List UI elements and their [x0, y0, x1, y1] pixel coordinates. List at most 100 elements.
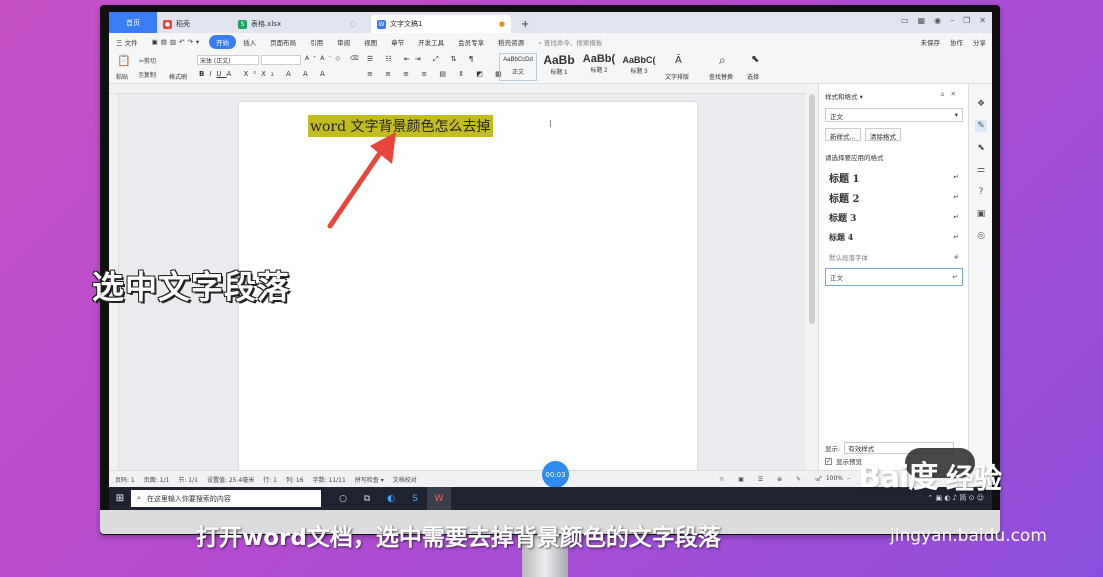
tab-home[interactable]: 首页: [109, 12, 157, 33]
minimize-icon[interactable]: –: [950, 16, 954, 25]
windows-start-icon[interactable]: ⊞: [109, 487, 131, 510]
caption-left: 选中文字段落: [92, 268, 291, 306]
pen-icon[interactable]: ✎: [975, 120, 987, 132]
pane-style-heading2[interactable]: 标题 2 ↵: [825, 188, 963, 206]
status-word-count[interactable]: 字数: 11/11: [313, 475, 346, 484]
pane-style-normal[interactable]: 正文 ↵: [825, 268, 963, 286]
menu-review[interactable]: 审阅: [330, 37, 357, 47]
backup-icon[interactable]: ▣: [975, 208, 987, 220]
style-heading3[interactable]: AaBbC( 标题 3: [619, 53, 659, 81]
paragraph-list-icons[interactable]: ☰ ☷ ⇤⇥ ⤢ ⇅ ¶: [367, 55, 478, 64]
close-icon[interactable]: ○: [350, 20, 356, 28]
checkbox-icon[interactable]: ✓: [825, 457, 832, 465]
avatar[interactable]: ◉: [934, 16, 941, 25]
copy-button[interactable]: ⎘复制: [139, 70, 156, 80]
pane-title[interactable]: 样式和格式 ▾: [825, 91, 863, 101]
close-window-icon[interactable]: ✕: [979, 16, 986, 25]
clear-format-button[interactable]: 清除格式: [865, 128, 901, 141]
task-view-icon[interactable]: ⧉: [355, 487, 379, 510]
font-format-icons[interactable]: BIUA X²X₂ A A A: [199, 70, 330, 78]
tab-document[interactable]: W 文字文稿1 ●: [371, 15, 511, 33]
style-heading2[interactable]: AaBb( 标题 2: [579, 53, 619, 81]
new-tab-button[interactable]: +: [515, 15, 529, 33]
help-icon[interactable]: ?: [975, 186, 987, 198]
spell-check-button[interactable]: 拼写检查 ▾: [355, 475, 384, 484]
collab-button[interactable]: 协作: [950, 37, 963, 47]
style-normal[interactable]: AaBbCcDd 正文: [499, 53, 537, 81]
menu-references[interactable]: 引用: [303, 37, 330, 47]
paste-icon[interactable]: 📋: [117, 54, 131, 67]
location-icon[interactable]: ◎: [975, 230, 987, 242]
menu-chapter[interactable]: 章节: [384, 37, 411, 47]
status-line: 行: 1: [263, 476, 277, 484]
view-mode-icons[interactable]: ☼ ▣ ☰ ⊕ ✎ ▭: [719, 476, 827, 483]
cursor-icon[interactable]: ⬉: [975, 142, 987, 154]
baidu-logo: Bai度: [858, 460, 938, 495]
cortana-icon[interactable]: ○: [331, 487, 355, 510]
proofread-button[interactable]: 文档校对: [393, 475, 417, 484]
font-size-select[interactable]: [261, 55, 301, 65]
menu-member[interactable]: 会员专享: [451, 37, 491, 47]
wps-icon[interactable]: W: [427, 487, 451, 510]
format-painter-button[interactable]: 格式刷: [169, 72, 187, 81]
font-tools[interactable]: A⁺A⁻◇ ⌫: [305, 55, 363, 62]
pane-controls[interactable]: ⌂✕: [940, 90, 962, 98]
layout-icon[interactable]: ▭: [901, 16, 909, 25]
menu-insert[interactable]: 插入: [236, 37, 263, 47]
unsaved-status[interactable]: 未保存: [921, 37, 941, 47]
sogou-icon[interactable]: S: [403, 487, 427, 510]
find-icon: ⌕: [719, 53, 726, 67]
tab-daoke[interactable]: ● 稻壳: [157, 15, 232, 33]
style-icon[interactable]: ❖: [975, 98, 987, 110]
pane-style-heading1[interactable]: 标题 1 ↵: [825, 168, 963, 186]
menu-view[interactable]: 视图: [357, 37, 384, 47]
style-heading1-label: 标题 1: [550, 70, 568, 76]
quick-access-icons[interactable]: ▣▤▥↶↷▾: [145, 38, 210, 46]
select-button[interactable]: 选择: [747, 72, 759, 81]
pane-style-default-font[interactable]: 默认段落字体 #: [825, 248, 963, 266]
baidu-url: jingyan.baidu.com: [890, 526, 1047, 546]
zoom-out-icon[interactable]: –: [847, 475, 850, 483]
zoom-control[interactable]: ⤢ 100% –: [817, 475, 850, 483]
status-position: 设置值: 25.4毫米: [206, 476, 255, 484]
preview-toggle[interactable]: ✓ 显示预览: [825, 456, 862, 466]
menu-developer[interactable]: 开发工具: [411, 37, 451, 47]
grid-icon[interactable]: ▦: [918, 16, 926, 25]
pointer-icon: ⬉: [751, 54, 760, 65]
vertical-scrollbar[interactable]: [806, 84, 818, 470]
document-page[interactable]: word 文字背景颜色怎么去掉 I: [239, 102, 697, 482]
find-replace-button[interactable]: 查找替换: [709, 72, 733, 81]
sliders-icon[interactable]: ⚌: [975, 164, 987, 176]
unsaved-dot-icon[interactable]: ●: [499, 20, 505, 28]
menu-home[interactable]: 开始: [209, 35, 237, 49]
tab-sheet[interactable]: S 表格.xlsx ○: [232, 15, 362, 33]
maximize-icon[interactable]: ❐: [963, 16, 970, 25]
menu-layout[interactable]: 页面布局: [263, 37, 303, 47]
hash-icon: #: [953, 253, 959, 261]
menu-daoke[interactable]: 稻壳资源: [491, 37, 531, 47]
new-style-button[interactable]: 新样式...: [825, 128, 861, 141]
scroll-thumb[interactable]: [809, 94, 815, 324]
paste-button[interactable]: 粘贴: [116, 72, 128, 81]
chevron-down-icon: ▾: [954, 111, 958, 119]
taskbar-search-placeholder: 在这里输入你要搜索的内容: [146, 494, 231, 503]
current-style-select[interactable]: 正文 ▾: [825, 108, 963, 122]
pane-style-label: 默认段落字体: [829, 254, 868, 262]
cut-button[interactable]: ✂剪切: [139, 56, 156, 65]
horizontal-ruler[interactable]: [109, 84, 806, 94]
menu-file[interactable]: 三 文件: [109, 37, 145, 47]
share-button[interactable]: 分享: [973, 37, 986, 47]
window-controls: ▭ ▦ ◉ – ❐ ✕: [901, 16, 986, 25]
style-heading1[interactable]: AaBb 标题 1: [539, 53, 579, 81]
pane-style-heading3[interactable]: 标题 3 ↵: [825, 208, 963, 226]
status-column: 列: 16: [285, 476, 304, 484]
text-layout-button[interactable]: 文字排版: [665, 72, 689, 81]
text-layout-icon: Ā: [675, 55, 682, 66]
pane-style-heading4[interactable]: 标题 4 ↵: [825, 228, 963, 246]
show-label: 显示:: [825, 445, 841, 453]
taskbar-search[interactable]: ⌕ 在这里输入你要搜索的内容: [131, 490, 321, 507]
font-select[interactable]: 宋体 (正文): [197, 55, 259, 65]
edge-icon[interactable]: ◐: [379, 487, 403, 510]
alignment-icons[interactable]: ≡ ≡ ≡ ≡ ▤ ⇕ ◩ ▦: [367, 70, 507, 78]
command-search[interactable]: ⌕ 查找命令、搜索模板: [531, 37, 609, 48]
